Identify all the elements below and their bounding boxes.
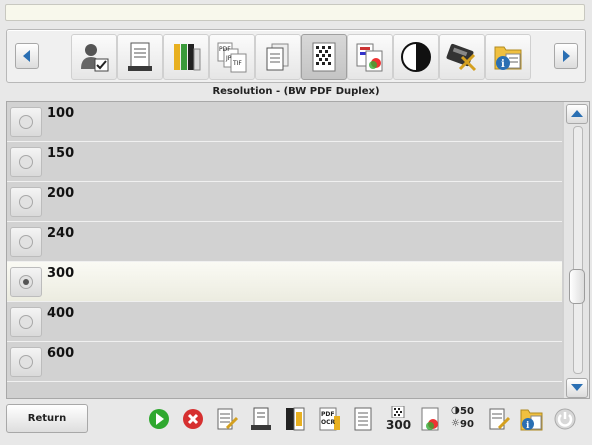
document-icon[interactable]: [117, 34, 163, 80]
radio-circle-icon: [19, 315, 33, 329]
settings-edit-icon[interactable]: [487, 406, 511, 432]
contrast-icon: ☼: [451, 418, 460, 429]
scroll-up-button[interactable]: [566, 104, 588, 124]
scan-document-icon[interactable]: [249, 406, 273, 432]
user-check-icon[interactable]: [71, 34, 117, 80]
list-item-300[interactable]: 300: [7, 262, 562, 302]
list-item-240[interactable]: 240: [7, 222, 562, 262]
contrast-icon[interactable]: [393, 34, 439, 80]
status-bar: [5, 4, 585, 21]
radio-circle-icon: [19, 235, 33, 249]
svg-text:i: i: [501, 59, 505, 70]
resolution-status-icon[interactable]: 300: [385, 406, 411, 432]
toolbar-next-button[interactable]: [554, 43, 578, 69]
stop-icon[interactable]: [181, 406, 205, 432]
return-button[interactable]: Return: [6, 404, 88, 433]
option-label: 100: [47, 106, 75, 121]
bottom-toolbar: Return PDF OCR 300 ◑ 50 ☼ 90 i: [0, 400, 592, 445]
list-item-100[interactable]: 100: [7, 102, 562, 142]
brightness-value: 50: [460, 406, 474, 417]
radio-circle-icon: [19, 115, 33, 129]
option-label: 300: [47, 266, 75, 281]
brightness-icon: ◑: [451, 405, 460, 416]
radio-button[interactable]: [10, 107, 42, 137]
pdf-label: PDF: [321, 411, 335, 418]
pdf-ocr-icon[interactable]: PDF OCR: [317, 406, 341, 432]
list-item-600[interactable]: 600: [7, 342, 562, 382]
vertical-scrollbar[interactable]: [564, 102, 589, 398]
radio-button[interactable]: [10, 187, 42, 217]
radio-button[interactable]: [10, 227, 42, 257]
option-label: 240: [47, 226, 75, 241]
radio-circle-icon: [19, 195, 33, 209]
chevron-up-icon: [571, 110, 583, 117]
page-icon[interactable]: [351, 406, 375, 432]
option-label: 200: [47, 186, 75, 201]
toolbar-prev-button[interactable]: [15, 43, 39, 69]
contrast-value: 90: [460, 419, 474, 430]
power-icon[interactable]: [553, 406, 577, 432]
list-item-150[interactable]: 150: [7, 142, 562, 182]
scroll-groove[interactable]: [573, 126, 583, 374]
radio-button[interactable]: [10, 307, 42, 337]
radio-selected-dot-icon: [23, 279, 29, 285]
scroll-down-button[interactable]: [566, 378, 588, 398]
info-icon[interactable]: i: [519, 406, 543, 432]
color-dropout-icon[interactable]: [347, 34, 393, 80]
list-item-400[interactable]: 400: [7, 302, 562, 342]
radio-button[interactable]: [10, 147, 42, 177]
file-format-icon[interactable]: PDF JP TIF: [209, 34, 255, 80]
radio-circle-icon: [19, 355, 33, 369]
edit-settings-icon[interactable]: [215, 406, 239, 432]
settings-toolbar: PDF JP TIF i: [6, 29, 586, 83]
brightness-contrast-status[interactable]: ◑ 50 ☼ 90: [451, 405, 477, 432]
jpg-format-label: JP: [225, 55, 232, 62]
resolution-value: 300: [386, 418, 412, 432]
option-label: 600: [47, 346, 75, 361]
option-label: 400: [47, 306, 75, 321]
list-item-200[interactable]: 200: [7, 182, 562, 222]
info-folder-icon[interactable]: i: [485, 34, 531, 80]
prev-icon: [23, 50, 30, 62]
next-icon: [563, 50, 570, 62]
multi-page-icon[interactable]: [255, 34, 301, 80]
scroll-thumb[interactable]: [569, 269, 585, 304]
start-icon[interactable]: [147, 406, 171, 432]
pdf-format-label: PDF: [219, 46, 231, 53]
tif-format-label: TIF: [232, 60, 242, 67]
ocr-label: OCR: [321, 419, 336, 426]
radio-button[interactable]: [10, 347, 42, 377]
radio-circle-icon: [19, 155, 33, 169]
color-pages-icon[interactable]: [163, 34, 209, 80]
svg-text:i: i: [526, 421, 530, 431]
chevron-down-icon: [571, 384, 583, 391]
radio-button[interactable]: [10, 267, 42, 297]
color-mode-icon[interactable]: [283, 406, 307, 432]
resolution-icon[interactable]: [301, 34, 347, 80]
resolution-list: 100 150 200 240 300 400 600: [6, 101, 590, 399]
radio-circle-icon: [19, 275, 33, 289]
scanner-tools-icon[interactable]: [439, 34, 485, 80]
page-title: Resolution - (BW PDF Duplex): [212, 86, 380, 97]
option-label: 150: [47, 146, 75, 161]
color-dropout-status-icon[interactable]: [419, 406, 443, 432]
